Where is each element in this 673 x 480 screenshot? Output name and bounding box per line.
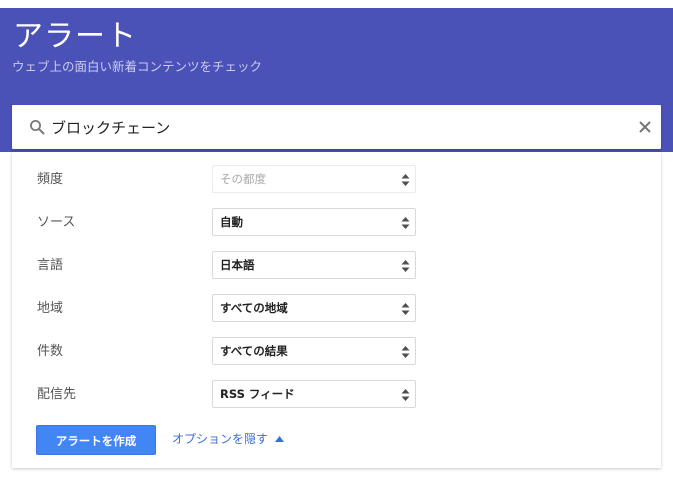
count-select[interactable]: すべての結果 xyxy=(212,337,416,365)
option-label: 配信先 xyxy=(37,387,77,402)
option-row-language: 言語 日本語 xyxy=(12,251,661,281)
app-header: アラート ウェブ上の面白い新着コンテンツをチェック xyxy=(0,8,673,152)
delivery-select[interactable]: RSS フィード xyxy=(212,380,416,408)
alert-options-panel: 頻度 その都度 ソース 自動 言語 日本語 地域 すべての地域 件数 すべての結… xyxy=(12,152,661,468)
source-select[interactable]: 自動 xyxy=(212,208,416,236)
page: アラート ウェブ上の面白い新着コンテンツをチェック 頻度 その都度 xyxy=(0,0,673,480)
option-row-delivery: 配信先 RSS フィード xyxy=(12,380,661,410)
search-icon xyxy=(30,120,45,135)
close-icon[interactable] xyxy=(638,120,652,134)
page-title: アラート xyxy=(13,19,137,54)
up-down-arrows-icon xyxy=(401,303,410,315)
option-row-region: 地域 すべての地域 xyxy=(12,294,661,324)
option-label: 地域 xyxy=(37,301,64,316)
language-select[interactable]: 日本語 xyxy=(212,251,416,279)
select-value: 日本語 xyxy=(220,258,255,272)
create-alert-button[interactable]: アラートを作成 xyxy=(36,425,156,455)
option-label: 言語 xyxy=(37,258,64,273)
option-row-frequency: 頻度 その都度 xyxy=(12,165,661,195)
option-row-count: 件数 すべての結果 xyxy=(12,337,661,367)
region-select[interactable]: すべての地域 xyxy=(212,294,416,322)
option-label: 頻度 xyxy=(37,172,64,187)
select-value: その都度 xyxy=(220,172,266,186)
up-down-arrows-icon xyxy=(401,389,410,401)
option-label: ソース xyxy=(37,215,76,230)
up-down-arrows-icon xyxy=(401,174,410,186)
search-input[interactable] xyxy=(51,113,611,141)
select-value: すべての地域 xyxy=(220,301,288,315)
page-subtitle: ウェブ上の面白い新着コンテンツをチェック xyxy=(12,59,263,74)
select-value: すべての結果 xyxy=(220,344,288,358)
select-value: 自動 xyxy=(220,215,243,229)
search-bar xyxy=(12,105,661,149)
option-label: 件数 xyxy=(37,344,64,359)
option-row-source: ソース 自動 xyxy=(12,208,661,238)
up-down-arrows-icon xyxy=(401,346,410,358)
hide-options-label: オプションを隠す xyxy=(172,432,269,446)
frequency-select[interactable]: その都度 xyxy=(212,165,416,193)
caret-up-icon xyxy=(275,436,285,442)
up-down-arrows-icon xyxy=(401,217,410,229)
hide-options-link[interactable]: オプションを隠す xyxy=(172,431,285,447)
up-down-arrows-icon xyxy=(401,260,410,272)
select-value: RSS フィード xyxy=(220,387,295,401)
